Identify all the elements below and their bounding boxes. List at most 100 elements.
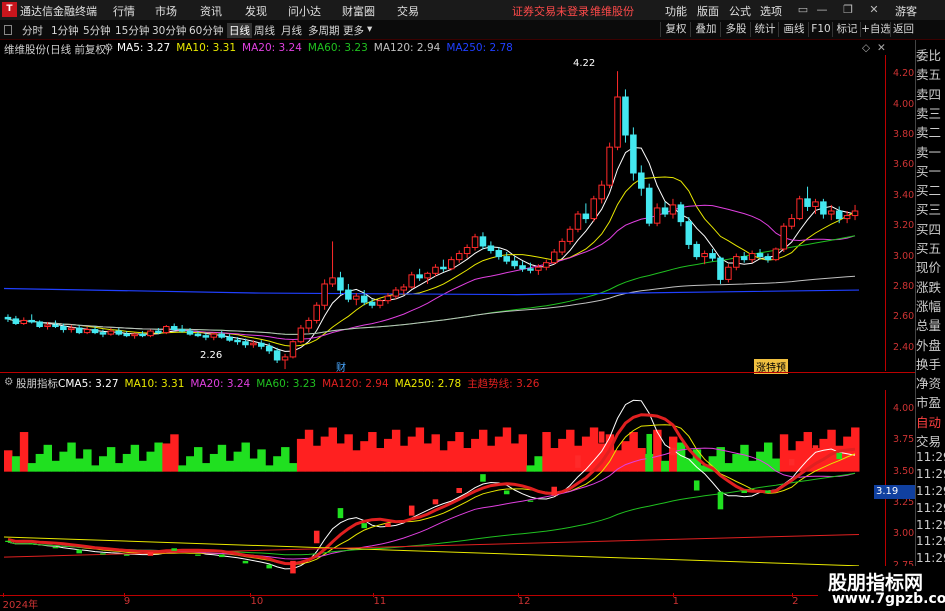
add-watchlist-button[interactable]: +自选: [860, 22, 891, 37]
tab-more[interactable]: 更多: [343, 23, 364, 38]
indicator-candle: [408, 505, 415, 516]
bear-bar: [106, 447, 116, 472]
menu-discover[interactable]: 发现: [245, 3, 267, 19]
tab-daily[interactable]: 日线: [227, 23, 252, 38]
bull-bar: [494, 436, 504, 472]
tab-15min[interactable]: 15分钟: [115, 23, 149, 38]
bull-bar: [518, 434, 527, 472]
menu-options[interactable]: 选项: [760, 3, 782, 19]
bull-bar: [376, 448, 385, 472]
menu-market[interactable]: 市场: [155, 3, 177, 19]
indicator-gear-icon[interactable]: ⚙: [4, 376, 13, 388]
candle-body: [535, 266, 542, 271]
candle-body: [653, 207, 661, 224]
indicator-candle: [266, 564, 272, 569]
candle-body: [796, 198, 803, 220]
candle-body: [685, 221, 693, 245]
window-icon[interactable]: ▭: [795, 2, 811, 17]
tab-30min[interactable]: 30分钟: [152, 23, 186, 38]
f10-button[interactable]: F10: [808, 22, 833, 37]
quote-panel-item-2: 卖四: [916, 86, 942, 102]
trade-status[interactable]: 证券交易未登录: [512, 3, 589, 19]
guest-label[interactable]: 游客: [895, 3, 917, 19]
indicator-candle: [646, 433, 652, 463]
date-tick-mark: [672, 593, 674, 597]
quote-panel-item-14: 总量: [916, 318, 942, 334]
diamond-icon[interactable]: ◇: [862, 42, 870, 54]
panel-toggle-icon[interactable]: [4, 25, 12, 35]
candle-body: [44, 324, 51, 328]
bull-bar: [4, 450, 13, 472]
more-chevron-icon[interactable]: ▾: [367, 23, 372, 35]
candle-body: [471, 236, 479, 248]
indicator-chart[interactable]: [0, 390, 890, 595]
settings-gear-icon[interactable]: ⚙: [104, 42, 113, 54]
date-tick-mark: [517, 593, 519, 597]
candle-body: [20, 319, 28, 324]
bull-bar: [304, 429, 314, 472]
indicator-legend-item-3: MA60: 3.23: [256, 378, 317, 390]
candle-body: [463, 246, 471, 255]
bull-bar: [621, 441, 630, 472]
candle-body: [740, 256, 748, 261]
close-icon[interactable]: ✕: [866, 2, 882, 17]
bull-bar: [431, 434, 440, 472]
bear-bar: [273, 456, 282, 472]
menu-wealth[interactable]: 财富圈: [342, 3, 375, 19]
bull-bar: [344, 434, 353, 472]
restore-icon[interactable]: ❐: [840, 2, 856, 17]
candle-body: [12, 318, 20, 324]
quote-panel-item-22: 11:29: [916, 467, 945, 482]
ma-legend-item-1: MA10: 3.31: [176, 42, 237, 54]
tab-multi-period[interactable]: 多周期: [308, 23, 340, 38]
candle-body: [305, 319, 313, 329]
statistics-button[interactable]: 统计: [750, 22, 779, 37]
menu-function[interactable]: 功能: [665, 3, 687, 19]
quote-panel-item-0: 委比: [916, 48, 942, 63]
candle-body: [289, 341, 297, 358]
date-tick-mark: [2, 593, 4, 597]
bull-bar: [439, 450, 448, 472]
quote-panel-item-20[interactable]: 交易: [916, 431, 945, 450]
menu-trade[interactable]: 交易: [397, 3, 419, 19]
quote-panel-item-15: 外盘: [916, 337, 942, 353]
tab-1min[interactable]: 1分钟: [51, 23, 79, 38]
bear-bar: [130, 444, 140, 472]
bull-bar: [352, 450, 361, 472]
bear-bar: [740, 444, 749, 472]
bear-bar: [257, 449, 266, 472]
candle-body: [83, 329, 91, 334]
indicator-tick-0: 4.00: [893, 402, 915, 414]
menu-quotes[interactable]: 行情: [113, 3, 135, 19]
menu-formula[interactable]: 公式: [729, 3, 751, 19]
menu-layout[interactable]: 版面: [697, 3, 719, 19]
adjust-button[interactable]: 复权: [660, 22, 691, 37]
tab-monthly[interactable]: 月线: [281, 23, 302, 38]
candle-body: [384, 295, 392, 302]
bear-bar: [83, 449, 92, 472]
tab-weekly[interactable]: 周线: [254, 23, 275, 38]
menu-news[interactable]: 资讯: [200, 3, 222, 19]
chart-close-icon[interactable]: ✕: [877, 42, 886, 54]
bear-bar: [91, 465, 100, 472]
tab-5min[interactable]: 5分钟: [83, 23, 111, 38]
quote-panel-item-1: 卖五: [916, 67, 942, 83]
bull-bar: [779, 434, 789, 472]
menu-ask[interactable]: 问小达: [288, 3, 321, 19]
tab-60min[interactable]: 60分钟: [189, 23, 223, 38]
candle-body: [772, 248, 780, 261]
candlestick-chart[interactable]: [0, 55, 890, 373]
overlay-button[interactable]: 叠加: [690, 22, 721, 37]
bear-bar: [241, 442, 250, 472]
back-button[interactable]: 返回: [890, 22, 916, 37]
candle-body: [440, 266, 447, 270]
candle-body: [218, 333, 225, 338]
quote-panel-item-27: 11:29: [916, 551, 945, 566]
bull-bar: [320, 436, 330, 472]
quote-panel-item-19[interactable]: 自动: [916, 412, 945, 431]
mark-button[interactable]: 标记: [832, 22, 861, 37]
minimize-icon[interactable]: —: [814, 2, 830, 17]
tab-intraday[interactable]: 分时: [22, 23, 43, 38]
draw-line-button[interactable]: 画线: [778, 22, 809, 37]
multi-stock-button[interactable]: 多股: [720, 22, 751, 37]
